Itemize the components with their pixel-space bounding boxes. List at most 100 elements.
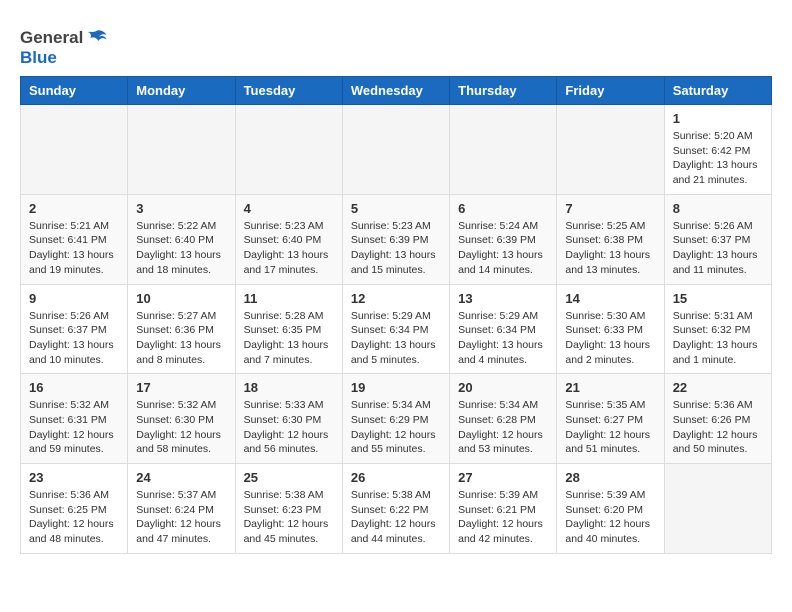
- calendar-cell: 8 Sunrise: 5:26 AM Sunset: 6:37 PM Daylig…: [664, 194, 771, 284]
- calendar-week-4: 23 Sunrise: 5:36 AM Sunset: 6:25 PM Dayli…: [21, 464, 772, 554]
- day-info: Sunrise: 5:34 AM Sunset: 6:29 PM Dayligh…: [351, 398, 441, 457]
- weekday-header-tuesday: Tuesday: [235, 77, 342, 105]
- day-info: Sunrise: 5:31 AM Sunset: 6:32 PM Dayligh…: [673, 309, 763, 368]
- calendar-cell: 7 Sunrise: 5:25 AM Sunset: 6:38 PM Daylig…: [557, 194, 664, 284]
- calendar-cell: 4 Sunrise: 5:23 AM Sunset: 6:40 PM Daylig…: [235, 194, 342, 284]
- day-number: 5: [351, 201, 441, 216]
- day-number: 11: [244, 291, 334, 306]
- day-number: 9: [29, 291, 119, 306]
- day-info: Sunrise: 5:32 AM Sunset: 6:31 PM Dayligh…: [29, 398, 119, 457]
- calendar-cell: 20 Sunrise: 5:34 AM Sunset: 6:28 PM Dayli…: [450, 374, 557, 464]
- calendar-cell: 26Sunrise: 5:38 AM Sunset: 6:22 PM Dayli…: [342, 464, 449, 554]
- calendar-week-2: 9 Sunrise: 5:26 AM Sunset: 6:37 PM Daylig…: [21, 284, 772, 374]
- calendar-cell: 5 Sunrise: 5:23 AM Sunset: 6:39 PM Daylig…: [342, 194, 449, 284]
- day-number: 2: [29, 201, 119, 216]
- day-number: 23: [29, 470, 119, 485]
- calendar-cell: 27 Sunrise: 5:39 AM Sunset: 6:21 PM Dayli…: [450, 464, 557, 554]
- calendar-cell: [128, 105, 235, 195]
- day-number: 22: [673, 380, 763, 395]
- day-info: Sunrise: 5:26 AM Sunset: 6:37 PM Dayligh…: [673, 219, 763, 278]
- day-info: Sunrise: 5:21 AM Sunset: 6:41 PM Dayligh…: [29, 219, 119, 278]
- day-info: Sunrise: 5:24 AM Sunset: 6:39 PM Dayligh…: [458, 219, 548, 278]
- weekday-header-thursday: Thursday: [450, 77, 557, 105]
- day-number: 16: [29, 380, 119, 395]
- calendar-cell: 21 Sunrise: 5:35 AM Sunset: 6:27 PM Dayli…: [557, 374, 664, 464]
- day-info: Sunrise: 5:29 AM Sunset: 6:34 PM Dayligh…: [458, 309, 548, 368]
- calendar-cell: 2 Sunrise: 5:21 AM Sunset: 6:41 PM Daylig…: [21, 194, 128, 284]
- day-info: Sunrise: 5:25 AM Sunset: 6:38 PM Dayligh…: [565, 219, 655, 278]
- calendar-cell: 3 Sunrise: 5:22 AM Sunset: 6:40 PM Daylig…: [128, 194, 235, 284]
- day-number: 8: [673, 201, 763, 216]
- day-number: 3: [136, 201, 226, 216]
- day-info: Sunrise: 5:35 AM Sunset: 6:27 PM Dayligh…: [565, 398, 655, 457]
- calendar-cell: 19 Sunrise: 5:34 AM Sunset: 6:29 PM Dayli…: [342, 374, 449, 464]
- day-number: 6: [458, 201, 548, 216]
- day-number: 28: [565, 470, 655, 485]
- weekday-header-monday: Monday: [128, 77, 235, 105]
- day-info: Sunrise: 5:32 AM Sunset: 6:30 PM Dayligh…: [136, 398, 226, 457]
- calendar-cell: 17Sunrise: 5:32 AM Sunset: 6:30 PM Dayli…: [128, 374, 235, 464]
- day-info: Sunrise: 5:22 AM Sunset: 6:40 PM Dayligh…: [136, 219, 226, 278]
- calendar-cell: [21, 105, 128, 195]
- day-number: 7: [565, 201, 655, 216]
- calendar-cell: 18 Sunrise: 5:33 AM Sunset: 6:30 PM Dayli…: [235, 374, 342, 464]
- calendar-week-1: 2 Sunrise: 5:21 AM Sunset: 6:41 PM Daylig…: [21, 194, 772, 284]
- calendar-cell: [235, 105, 342, 195]
- calendar-cell: 12 Sunrise: 5:29 AM Sunset: 6:34 PM Dayli…: [342, 284, 449, 374]
- day-info: Sunrise: 5:26 AM Sunset: 6:37 PM Dayligh…: [29, 309, 119, 368]
- day-number: 10: [136, 291, 226, 306]
- calendar-cell: 16 Sunrise: 5:32 AM Sunset: 6:31 PM Dayli…: [21, 374, 128, 464]
- day-number: 14: [565, 291, 655, 306]
- weekday-header-wednesday: Wednesday: [342, 77, 449, 105]
- weekday-header-sunday: Sunday: [21, 77, 128, 105]
- calendar-week-3: 16 Sunrise: 5:32 AM Sunset: 6:31 PM Dayli…: [21, 374, 772, 464]
- day-info: Sunrise: 5:36 AM Sunset: 6:26 PM Dayligh…: [673, 398, 763, 457]
- day-info: Sunrise: 5:27 AM Sunset: 6:36 PM Dayligh…: [136, 309, 226, 368]
- calendar-table: SundayMondayTuesdayWednesdayThursdayFrid…: [20, 76, 772, 554]
- calendar-cell: [557, 105, 664, 195]
- day-number: 1: [673, 111, 763, 126]
- calendar-cell: 13 Sunrise: 5:29 AM Sunset: 6:34 PM Dayli…: [450, 284, 557, 374]
- calendar-cell: 11 Sunrise: 5:28 AM Sunset: 6:35 PM Dayli…: [235, 284, 342, 374]
- calendar-cell: 9 Sunrise: 5:26 AM Sunset: 6:37 PM Daylig…: [21, 284, 128, 374]
- calendar-cell: 23 Sunrise: 5:36 AM Sunset: 6:25 PM Dayli…: [21, 464, 128, 554]
- calendar-cell: 22 Sunrise: 5:36 AM Sunset: 6:26 PM Dayli…: [664, 374, 771, 464]
- calendar-week-0: 1 Sunrise: 5:20 AM Sunset: 6:42 PM Daylig…: [21, 105, 772, 195]
- day-info: Sunrise: 5:23 AM Sunset: 6:40 PM Dayligh…: [244, 219, 334, 278]
- day-number: 21: [565, 380, 655, 395]
- day-number: 25: [244, 470, 334, 485]
- day-info: Sunrise: 5:33 AM Sunset: 6:30 PM Dayligh…: [244, 398, 334, 457]
- day-number: 13: [458, 291, 548, 306]
- calendar-cell: [450, 105, 557, 195]
- day-number: 12: [351, 291, 441, 306]
- day-number: 27: [458, 470, 548, 485]
- day-number: 19: [351, 380, 441, 395]
- calendar-header-row: SundayMondayTuesdayWednesdayThursdayFrid…: [21, 77, 772, 105]
- day-number: 24: [136, 470, 226, 485]
- day-number: 20: [458, 380, 548, 395]
- calendar-cell: 10 Sunrise: 5:27 AM Sunset: 6:36 PM Dayli…: [128, 284, 235, 374]
- day-info: Sunrise: 5:28 AM Sunset: 6:35 PM Dayligh…: [244, 309, 334, 368]
- weekday-header-friday: Friday: [557, 77, 664, 105]
- day-info: Sunrise: 5:38 AM Sunset: 6:22 PM Dayligh…: [351, 488, 441, 547]
- day-info: Sunrise: 5:39 AM Sunset: 6:20 PM Dayligh…: [565, 488, 655, 547]
- calendar-cell: 24 Sunrise: 5:37 AM Sunset: 6:24 PM Dayli…: [128, 464, 235, 554]
- calendar-cell: [664, 464, 771, 554]
- day-info: Sunrise: 5:38 AM Sunset: 6:23 PM Dayligh…: [244, 488, 334, 547]
- day-info: Sunrise: 5:20 AM Sunset: 6:42 PM Dayligh…: [673, 129, 763, 188]
- day-info: Sunrise: 5:39 AM Sunset: 6:21 PM Dayligh…: [458, 488, 548, 547]
- calendar-cell: [342, 105, 449, 195]
- day-info: Sunrise: 5:23 AM Sunset: 6:39 PM Dayligh…: [351, 219, 441, 278]
- day-info: Sunrise: 5:34 AM Sunset: 6:28 PM Dayligh…: [458, 398, 548, 457]
- day-info: Sunrise: 5:29 AM Sunset: 6:34 PM Dayligh…: [351, 309, 441, 368]
- day-number: 4: [244, 201, 334, 216]
- weekday-header-saturday: Saturday: [664, 77, 771, 105]
- calendar-cell: 6 Sunrise: 5:24 AM Sunset: 6:39 PM Daylig…: [450, 194, 557, 284]
- calendar-cell: 15Sunrise: 5:31 AM Sunset: 6:32 PM Dayli…: [664, 284, 771, 374]
- day-info: Sunrise: 5:37 AM Sunset: 6:24 PM Dayligh…: [136, 488, 226, 547]
- logo: General Blue: [20, 28, 108, 68]
- day-info: Sunrise: 5:36 AM Sunset: 6:25 PM Dayligh…: [29, 488, 119, 547]
- calendar-cell: 28 Sunrise: 5:39 AM Sunset: 6:20 PM Dayli…: [557, 464, 664, 554]
- day-number: 18: [244, 380, 334, 395]
- calendar-cell: 14Sunrise: 5:30 AM Sunset: 6:33 PM Dayli…: [557, 284, 664, 374]
